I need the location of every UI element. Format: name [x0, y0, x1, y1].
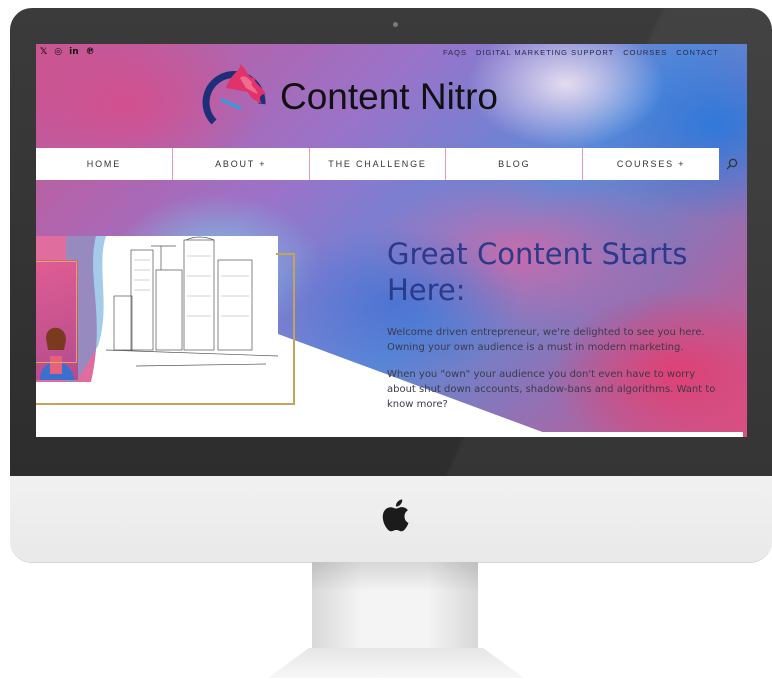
- topnav-digital-marketing-support[interactable]: DIGITAL MARKETING SUPPORT: [476, 48, 614, 57]
- topnav-faqs[interactable]: FAQS: [443, 48, 467, 57]
- instagram-icon[interactable]: ◎: [54, 47, 62, 57]
- nav-home[interactable]: HOME: [36, 148, 173, 180]
- topnav-contact[interactable]: CONTACT: [676, 48, 719, 57]
- website-screen: 𝕏 ◎ in ℗ FAQS DIGITAL MARKETING SUPPORT …: [36, 44, 747, 437]
- screen-bottom-edge: [48, 432, 743, 437]
- screen-bottom-edge-left: [36, 432, 48, 437]
- hero-paragraph-1: Welcome driven entrepreneur, we're delig…: [387, 327, 705, 353]
- search-icon[interactable]: [726, 158, 738, 170]
- photo-gold-frame: [36, 261, 77, 363]
- twitter-icon[interactable]: 𝕏: [40, 47, 47, 57]
- camera-dot: [393, 22, 398, 27]
- nav-the-challenge[interactable]: THE CHALLENGE: [310, 148, 447, 180]
- apple-logo-icon: [382, 499, 409, 532]
- nav-courses[interactable]: COURSES +: [583, 148, 719, 180]
- brand-name: Content Nitro: [280, 76, 498, 117]
- nav-about[interactable]: ABOUT +: [173, 148, 310, 180]
- site-logo[interactable]: Content Nitro: [200, 64, 560, 134]
- social-links: 𝕏 ◎ in ℗: [40, 47, 95, 57]
- stand-shadow: [312, 562, 478, 592]
- linkedin-icon[interactable]: in: [69, 47, 79, 57]
- hero-paragraph-2: When you "own" your audience you don't e…: [387, 369, 716, 410]
- main-nav: HOME ABOUT + THE CHALLENGE BLOG COURSES …: [36, 148, 719, 180]
- monitor-stand-foot: [268, 648, 524, 678]
- top-nav: FAQS DIGITAL MARKETING SUPPORT COURSES C…: [443, 48, 719, 57]
- nav-blog[interactable]: BLOG: [446, 148, 584, 180]
- pinterest-icon[interactable]: ℗: [86, 47, 95, 57]
- speedometer-flame-icon: [202, 64, 266, 125]
- topnav-courses[interactable]: COURSES: [623, 48, 667, 57]
- hero-title: Great Content Starts Here:: [387, 237, 688, 307]
